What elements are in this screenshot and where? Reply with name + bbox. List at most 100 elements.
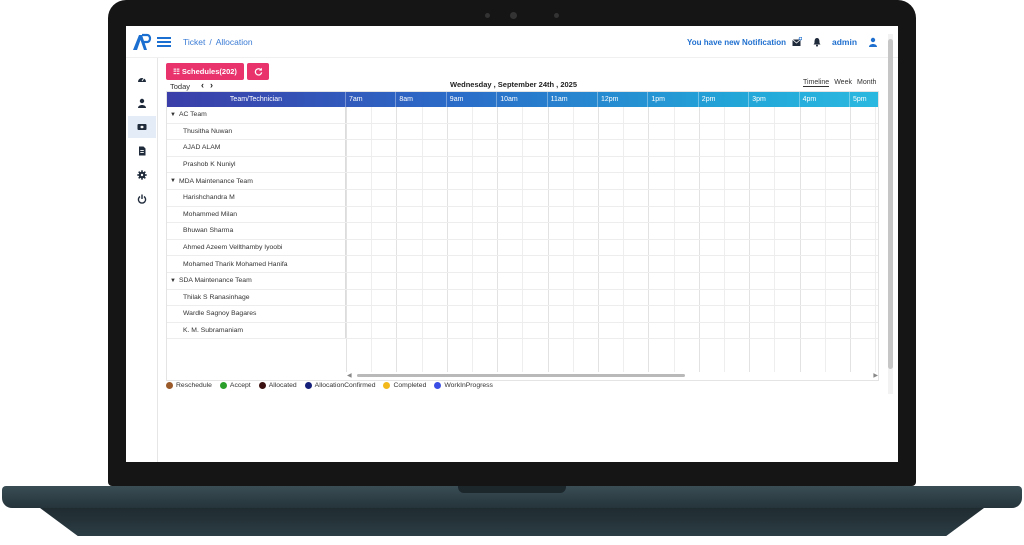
notification-text[interactable]: You have new Notification <box>687 38 786 47</box>
legend-dot <box>166 382 173 389</box>
technician-row[interactable]: Bhuwan Sharma <box>167 223 878 240</box>
top-bar: Ticket / Allocation You have new Notificat… <box>126 26 898 58</box>
row-label-text: Wardle Sagnoy Bagares <box>183 310 257 318</box>
legend-label: WorkInProgress <box>444 382 493 389</box>
date-navigation: ‹ › <box>201 80 219 90</box>
row-label-text: Thilak S Ranasinhage <box>183 293 250 301</box>
row-label-text: Bhuwan Sharma <box>183 227 234 235</box>
collapse-caret-icon[interactable]: ▼ <box>170 278 176 284</box>
power-icon <box>137 194 147 204</box>
sidebar-item-settings[interactable] <box>128 164 156 186</box>
horizontal-scroll-thumb[interactable] <box>357 374 685 377</box>
row-label-text: Ahmed Azeem Vellthamby Iyoobi <box>183 244 283 252</box>
menu-toggle-icon[interactable] <box>157 37 171 47</box>
legend-dot <box>304 382 312 389</box>
scroll-right-icon[interactable]: ▶ <box>873 372 878 379</box>
sidebar-item-documents[interactable] <box>128 140 156 162</box>
sidebar-item-logout[interactable] <box>128 188 156 210</box>
hour-header: 7am <box>346 92 397 107</box>
legend-dot <box>219 382 227 389</box>
legend-item: Reschedule <box>166 382 212 389</box>
team-label[interactable]: ▼ AC Team <box>167 107 346 123</box>
webcam <box>510 12 517 19</box>
row-label-text: Mohammed Milan <box>183 210 238 218</box>
status-legend: Reschedule Accept Allocated AllocationConfi… <box>166 382 501 389</box>
dashboard-icon <box>138 77 146 82</box>
team-row[interactable]: ▼ MDA Maintenance Team <box>167 173 878 190</box>
hour-header: 5pm <box>850 92 878 107</box>
sidebar <box>126 58 158 462</box>
user-name[interactable]: admin <box>832 37 857 47</box>
breadcrumb: Ticket / Allocation <box>183 37 253 47</box>
collapse-caret-icon[interactable]: ▼ <box>170 112 176 118</box>
sidebar-item-users[interactable] <box>128 92 156 114</box>
legend-item: AllocationConfirmed <box>304 382 375 389</box>
grid-header: Team/Technician 7am 8am 9am 10am 11am 12pm 1pm… <box>167 92 878 107</box>
hour-header: 10am <box>497 92 548 107</box>
vertical-scroll-thumb[interactable] <box>888 39 893 369</box>
hour-header: 2pm <box>699 92 750 107</box>
team-row[interactable]: ▼ SDA Maintenance Team <box>167 273 878 290</box>
row-label-text: SDA Maintenance Team <box>178 277 252 285</box>
collapse-caret-icon[interactable]: ▼ <box>170 178 176 184</box>
technician-row[interactable]: Harishchandra M <box>167 190 878 207</box>
legend-item: Completed <box>383 382 426 389</box>
sensor-dot <box>485 13 490 18</box>
legend-item: Allocated <box>258 382 297 389</box>
breadcrumb-allocation: Allocation <box>215 37 253 47</box>
team-row[interactable]: ▼ AC Team <box>167 107 878 124</box>
technician-row[interactable]: Thilak S Ranasinhage <box>167 289 878 307</box>
technician-row[interactable]: Wardle Sagnoy Bagares <box>167 306 878 323</box>
view-timeline[interactable]: Timeline <box>803 79 830 87</box>
previous-day-button[interactable]: ‹ <box>201 80 204 90</box>
technician-label: Prashob K Nuniyl <box>167 156 346 173</box>
hour-header: 8am <box>396 92 447 107</box>
hour-header: 4pm <box>800 92 850 107</box>
mail-notification-icon[interactable] <box>792 37 802 47</box>
vertical-scrollbar[interactable] <box>888 34 893 394</box>
breadcrumb-ticket[interactable]: Ticket <box>183 37 205 47</box>
technician-label: Ahmed Azeem Vellthamby Iyoobi <box>167 239 346 256</box>
technician-label: Wardle Sagnoy Bagares <box>167 306 346 322</box>
user-icon <box>138 98 146 108</box>
technician-row[interactable]: Thusitha Nuwan <box>167 123 878 141</box>
legend-label: Reschedule <box>176 382 212 389</box>
today-button[interactable]: Today <box>170 82 190 91</box>
row-label-text: AC Team <box>178 111 207 119</box>
team-label[interactable]: ▼ MDA Maintenance Team <box>167 173 346 189</box>
sidebar-item-tickets[interactable] <box>128 116 156 138</box>
technician-label: Harishchandra M <box>167 190 346 206</box>
legend-label: Completed <box>393 382 427 389</box>
legend-dot <box>258 382 266 389</box>
refresh-icon <box>254 67 262 76</box>
legend-item: Accept <box>219 382 251 389</box>
screen: Ticket / Allocation You have new Notificat… <box>126 26 898 462</box>
horizontal-scrollbar[interactable]: ◀ ▶ <box>347 372 878 380</box>
row-label-text: Prashob K Nuniyl <box>183 161 236 169</box>
row-label-text: AJAD ALAM <box>183 144 221 152</box>
next-day-button[interactable]: › <box>210 80 213 90</box>
technician-row[interactable]: Ahmed Azeem Vellthamby Iyoobi <box>167 239 878 257</box>
row-label-text: MDA Maintenance Team <box>178 177 253 185</box>
laptop-notch <box>458 486 566 493</box>
scroll-left-icon[interactable]: ◀ <box>347 372 352 379</box>
bell-icon[interactable] <box>812 37 822 47</box>
ticket-icon <box>137 124 147 130</box>
row-label-text: Thusitha Nuwan <box>183 127 233 135</box>
legend-label: Accept <box>229 382 251 389</box>
team-label[interactable]: ▼ SDA Maintenance Team <box>167 273 346 289</box>
view-week[interactable]: Week <box>834 79 852 86</box>
technician-label: AJAD ALAM <box>167 140 346 156</box>
technician-row[interactable]: K. M. Subramaniam <box>167 322 878 340</box>
refresh-button[interactable] <box>247 63 269 80</box>
view-month[interactable]: Month <box>857 79 876 86</box>
technician-row[interactable]: Mohammed Milan <box>167 206 878 224</box>
technician-row[interactable]: AJAD ALAM <box>167 140 878 157</box>
technician-row[interactable]: Mohamed Tharik Mohamed Hanifa <box>167 256 878 273</box>
row-label-text: Mohamed Tharik Mohamed Hanifa <box>183 260 288 268</box>
breadcrumb-separator: / <box>209 37 212 47</box>
sidebar-item-dashboard[interactable] <box>128 68 156 90</box>
user-icon[interactable] <box>868 37 878 47</box>
technician-row[interactable]: Prashob K Nuniyl <box>167 156 878 174</box>
schedules-button[interactable]: ☷ Schedules(202) <box>166 63 244 80</box>
